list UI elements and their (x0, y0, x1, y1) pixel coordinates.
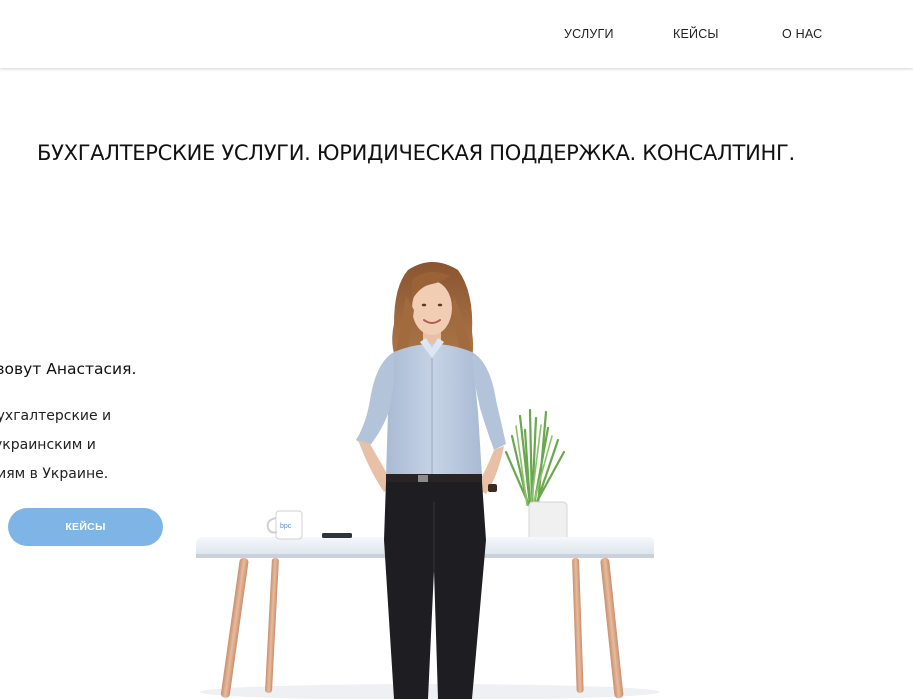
nav-link-about[interactable]: О НАС (782, 27, 822, 41)
table-leg (572, 557, 584, 693)
mug: bpc (266, 510, 303, 540)
woman-figure (356, 262, 506, 699)
table-leg (220, 557, 249, 698)
intro-text-line-3: ниям в Украине. (0, 466, 109, 482)
plant (504, 408, 568, 543)
top-navigation-bar: УСЛУГИ КЕЙСЫ О НАС (0, 0, 913, 68)
nav-link-services[interactable]: УСЛУГИ (564, 27, 614, 41)
intro-greeting: я зовут Анастасия. (0, 360, 137, 378)
phone (322, 533, 352, 538)
table-leg (265, 557, 279, 693)
cases-button[interactable]: КЕЙСЫ (8, 508, 163, 546)
page-headline: БУХГАЛТЕРСКИЕ УСЛУГИ. ЮРИДИЧЕСКАЯ ПОДДЕР… (37, 141, 795, 165)
mug-logo: bpc (280, 523, 292, 530)
page: УСЛУГИ КЕЙСЫ О НАС БУХГАЛТЕРСКИЕ УСЛУГИ.… (0, 0, 913, 699)
intro-text-line-1: бухгалтерские и (0, 408, 112, 424)
hero-illustration: bpc (196, 262, 660, 699)
nav-link-cases[interactable]: КЕЙСЫ (673, 27, 719, 41)
table-leg (600, 557, 624, 699)
intro-text-line-2: украинским и (0, 437, 96, 453)
